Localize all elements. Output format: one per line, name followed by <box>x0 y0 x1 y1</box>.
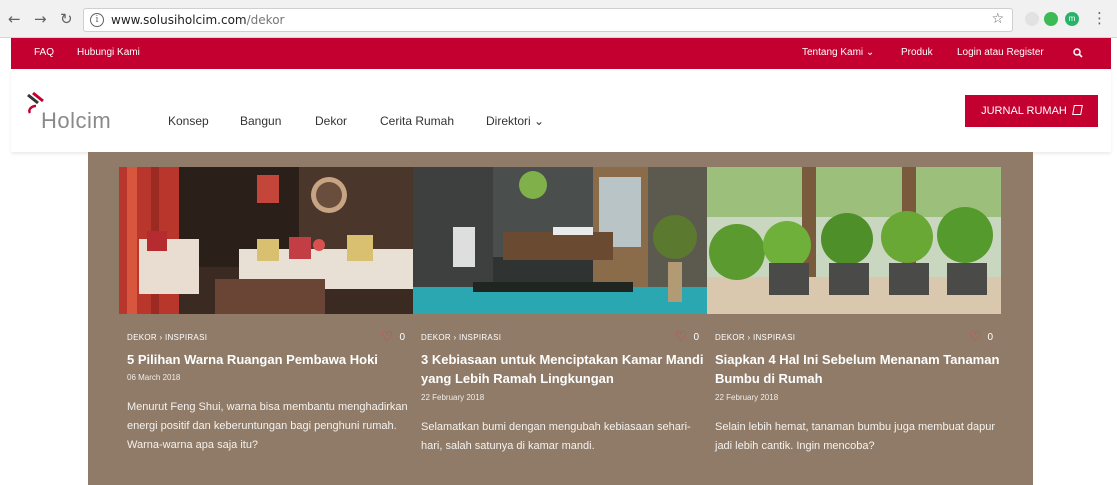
search-icon[interactable] <box>1073 48 1083 58</box>
address-bar[interactable]: i www.solusiholcim.com/dekor ☆ <box>83 8 1013 32</box>
logo-wordmark: Holcim <box>41 108 112 133</box>
heart-icon[interactable]: ♡ <box>969 328 982 344</box>
login-register-link[interactable]: Login atau Register <box>957 47 1044 58</box>
nav-cerita-rumah[interactable]: Cerita Rumah <box>380 114 454 128</box>
article-title[interactable]: Siapkan 4 Hal Ini Sebelum Menanam Tanama… <box>715 350 1001 388</box>
book-icon <box>1071 105 1083 115</box>
utility-bar: FAQ Hubungi Kami Tentang Kami ⌄ Produk L… <box>11 38 1111 69</box>
article-image-living-room[interactable] <box>119 167 413 314</box>
like-counter[interactable]: ♡ 0 <box>969 328 993 345</box>
back-icon[interactable]: ← <box>8 10 21 28</box>
holcim-logo[interactable]: Holcim <box>23 91 123 135</box>
like-counter[interactable]: ♡ 0 <box>675 328 699 345</box>
like-counter[interactable]: ♡ 0 <box>381 328 405 345</box>
bookmark-star-icon[interactable]: ☆ <box>991 11 1004 27</box>
article-image-herbs[interactable] <box>707 167 1001 314</box>
article-date: 22 February 2018 <box>421 393 485 402</box>
faq-link[interactable]: FAQ <box>34 47 54 58</box>
article-title[interactable]: 5 Pilihan Warna Ruangan Pembawa Hoki <box>127 350 413 369</box>
article-image-bathroom[interactable] <box>413 167 707 314</box>
tentang-kami-link[interactable]: Tentang Kami ⌄ <box>802 47 874 58</box>
site-info-icon[interactable]: i <box>90 13 104 27</box>
url-text: www.solusiholcim.com/dekor <box>111 13 285 27</box>
extension-icon[interactable] <box>1025 12 1039 26</box>
browser-toolbar: ← → ↻ i www.solusiholcim.com/dekor ☆ m ⋮ <box>0 0 1117 38</box>
article-excerpt: Selain lebih hemat, tanaman bumbu juga m… <box>715 421 996 452</box>
heart-icon[interactable]: ♡ <box>675 328 688 344</box>
article-category[interactable]: DEKOR › INSPIRASI <box>715 333 795 342</box>
extension-green-icon[interactable] <box>1044 12 1058 26</box>
nav-direktori[interactable]: Direktori ⌄ <box>486 114 544 128</box>
extension-badge-icon[interactable]: m <box>1065 12 1079 26</box>
article-category[interactable]: DEKOR › INSPIRASI <box>127 333 207 342</box>
heart-icon[interactable]: ♡ <box>381 328 394 344</box>
browser-menu-icon[interactable]: ⋮ <box>1092 9 1107 27</box>
article-excerpt: Selamatkan bumi dengan mengubah kebiasaa… <box>421 421 691 452</box>
article-date: 22 February 2018 <box>715 393 779 402</box>
reload-icon[interactable]: ↻ <box>60 10 73 28</box>
jurnal-rumah-button[interactable]: JURNAL RUMAH <box>965 95 1098 127</box>
jurnal-rumah-label: JURNAL RUMAH <box>981 105 1067 117</box>
contact-link[interactable]: Hubungi Kami <box>77 47 140 58</box>
nav-dekor[interactable]: Dekor <box>315 114 347 128</box>
article-category[interactable]: DEKOR › INSPIRASI <box>421 333 501 342</box>
article-title[interactable]: 3 Kebiasaan untuk Menciptakan Kamar Mand… <box>421 350 707 388</box>
article-excerpt: Menurut Feng Shui, warna bisa membantu m… <box>127 401 408 451</box>
produk-link[interactable]: Produk <box>901 47 933 58</box>
nav-bangun[interactable]: Bangun <box>240 114 281 128</box>
nav-konsep[interactable]: Konsep <box>168 114 209 128</box>
site-header: Holcim Konsep Bangun Dekor Cerita Rumah … <box>11 69 1111 152</box>
article-panel: DEKOR › INSPIRASI ♡ 0 5 Pilihan Warna Rua… <box>88 152 1033 485</box>
article-date: 06 March 2018 <box>127 373 181 382</box>
forward-icon[interactable]: → <box>34 10 47 28</box>
